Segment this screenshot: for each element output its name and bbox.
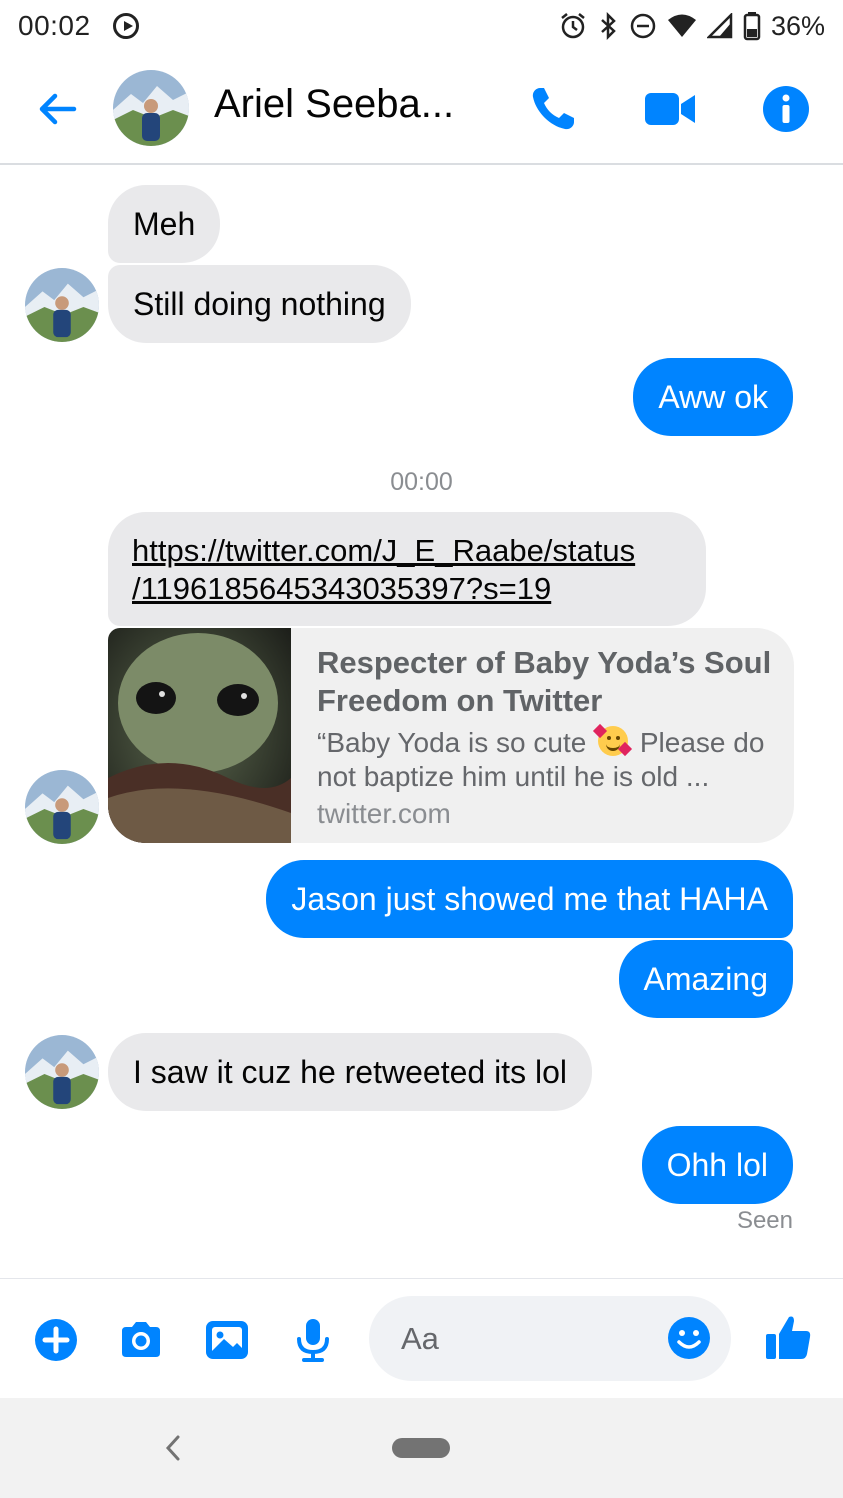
link-preview-desc-part: “Baby Yoda is so cute	[317, 727, 587, 758]
microphone-icon[interactable]	[290, 1317, 336, 1363]
link-message-bubble[interactable]: https://twitter.com/J_E_Raabe/status /11…	[108, 512, 706, 626]
message-timestamp: 00:00	[390, 468, 453, 496]
message-composer	[0, 1278, 843, 1398]
link-preview-title[interactable]: Respecter of Baby Yoda’s Soul Freedom on…	[317, 644, 777, 720]
home-pill-button[interactable]	[392, 1438, 450, 1458]
phone-icon[interactable]	[528, 84, 578, 134]
bluetooth-icon	[601, 12, 616, 40]
thumbs-up-icon[interactable]	[764, 1313, 812, 1361]
alarm-icon	[561, 13, 585, 39]
link-text-line[interactable]: /1196185645343035397?s=19	[132, 570, 682, 608]
play-icon	[112, 13, 139, 39]
plus-icon[interactable]	[33, 1317, 79, 1363]
message-bubble-incoming[interactable]: I saw it cuz he retweeted its lol	[108, 1033, 592, 1111]
message-bubble-outgoing[interactable]: Jason just showed me that HAHA	[266, 860, 793, 938]
battery-percent: 36%	[770, 10, 825, 41]
video-icon[interactable]	[645, 84, 695, 134]
sender-avatar	[25, 268, 99, 342]
nav-back-icon[interactable]	[160, 1433, 186, 1463]
sender-avatar	[25, 770, 99, 844]
contact-avatar[interactable]	[113, 70, 189, 146]
link-preview-domain: twitter.com	[317, 798, 451, 829]
message-bubble-incoming[interactable]: Meh	[108, 185, 221, 263]
link-preview-thumbnail[interactable]	[108, 628, 291, 843]
message-bubble-incoming[interactable]: Still doing nothing	[108, 265, 411, 343]
camera-icon[interactable]	[118, 1317, 164, 1363]
message-bubble-outgoing[interactable]: Ohh lol	[641, 1126, 793, 1204]
back-arrow-icon[interactable]	[34, 86, 80, 132]
status-bar: 00:02 36%	[0, 0, 843, 52]
gallery-icon[interactable]	[204, 1317, 250, 1363]
sender-avatar	[25, 1035, 99, 1109]
signal-icon	[706, 13, 733, 39]
link-preview-card[interactable]: Respecter of Baby Yoda’s Soul Freedom on…	[108, 628, 794, 843]
battery-icon	[743, 12, 761, 41]
wifi-icon	[667, 14, 696, 37]
smiling-face-with-hearts-icon	[593, 723, 633, 757]
info-icon[interactable]	[761, 84, 811, 134]
message-bubble-outgoing[interactable]: Amazing	[618, 940, 793, 1018]
link-preview-description: “Baby Yoda is so cute Please do not bapt…	[317, 723, 777, 794]
message-bubble-outgoing[interactable]: Aww ok	[633, 358, 793, 436]
link-text-line[interactable]: https://twitter.com/J_E_Raabe/status	[132, 532, 682, 570]
conversation-header: Ariel Seeba...	[0, 52, 843, 165]
status-time: 00:02	[18, 10, 91, 41]
do-not-disturb-icon	[630, 13, 656, 39]
contact-name[interactable]: Ariel Seeba...	[214, 82, 454, 127]
emoji-icon[interactable]	[667, 1316, 711, 1360]
seen-indicator: Seen	[736, 1207, 793, 1234]
